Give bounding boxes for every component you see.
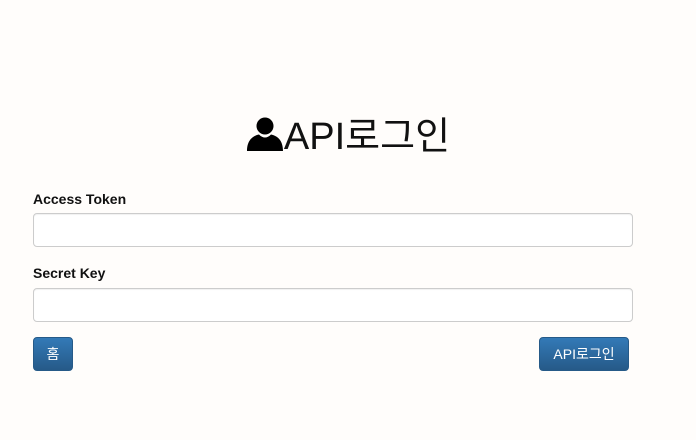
access-token-label: Access Token <box>33 191 127 207</box>
secret-key-input[interactable] <box>33 288 633 322</box>
access-token-input[interactable] <box>33 213 633 247</box>
api-login-button[interactable]: API로그인 <box>539 337 629 371</box>
user-icon <box>246 115 284 153</box>
page-title: API로그인 <box>0 113 696 161</box>
login-page: API로그인 Access Token Secret Key 홈 API로그인 <box>0 0 696 440</box>
secret-key-label: Secret Key <box>33 265 106 281</box>
home-button[interactable]: 홈 <box>33 337 73 371</box>
page-title-text: API로그인 <box>283 116 451 158</box>
